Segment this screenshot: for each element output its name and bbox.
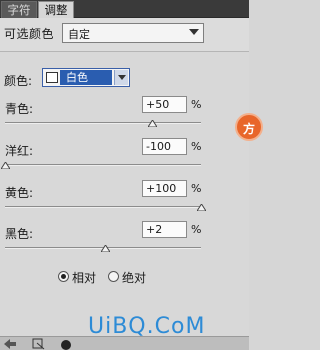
tab-adjustments[interactable]: 调整 — [38, 1, 74, 18]
percent-unit: % — [191, 182, 202, 195]
percent-unit: % — [191, 223, 202, 236]
back-arrow-icon[interactable] — [3, 338, 17, 350]
preset-value: 自定 — [68, 28, 90, 41]
expand-view-icon[interactable] — [32, 338, 46, 350]
slider-label: 黑色: — [5, 227, 34, 241]
visibility-icon[interactable] — [60, 338, 72, 350]
watermark-logo: UiBQ.CoM — [88, 314, 206, 339]
yellow-value-field[interactable]: +100 — [142, 180, 187, 197]
slider-label: 青色: — [5, 102, 34, 116]
percent-unit: % — [191, 140, 202, 153]
color-swatch-icon — [46, 72, 58, 83]
cyan-value-field[interactable]: +50 — [142, 96, 187, 113]
magenta-slider-track[interactable] — [5, 164, 201, 166]
slider-label: 黄色: — [5, 186, 34, 200]
cyan-slider-track[interactable] — [5, 122, 201, 124]
side-badge-text: 方 — [243, 122, 256, 136]
black-value-field[interactable]: +2 — [142, 221, 187, 238]
magenta-value-field[interactable]: -100 — [142, 138, 187, 155]
adjustments-panel: 可选颜色 自定 颜色: 白色 青色: +50 % 洋红: -100 % 黄色: … — [0, 18, 249, 336]
colors-value: 白色 — [60, 70, 112, 85]
slider-label: 洋红: — [5, 144, 34, 158]
preset-row: 可选颜色 自定 — [0, 18, 249, 52]
side-badge[interactable]: 方 — [235, 113, 263, 141]
tab-character[interactable]: 字符 — [1, 1, 37, 18]
yellow-slider-track[interactable] — [5, 206, 201, 208]
colors-dropdown[interactable]: 白色 — [42, 68, 130, 87]
adjustment-title: 可选颜色 — [4, 27, 55, 41]
preset-dropdown[interactable]: 自定 — [62, 23, 204, 43]
radio-label: 绝对 — [122, 271, 147, 285]
radio-unchecked-icon — [108, 271, 119, 282]
radio-label: 相对 — [72, 271, 97, 285]
chevron-down-icon — [118, 75, 126, 80]
panel-tab-bar: 字符 调整 — [0, 0, 249, 18]
colors-label: 颜色: — [4, 74, 33, 88]
colors-dropdown-button[interactable] — [114, 70, 128, 85]
chevron-down-icon — [189, 29, 199, 35]
percent-unit: % — [191, 98, 202, 111]
radio-checked-icon — [58, 271, 69, 282]
